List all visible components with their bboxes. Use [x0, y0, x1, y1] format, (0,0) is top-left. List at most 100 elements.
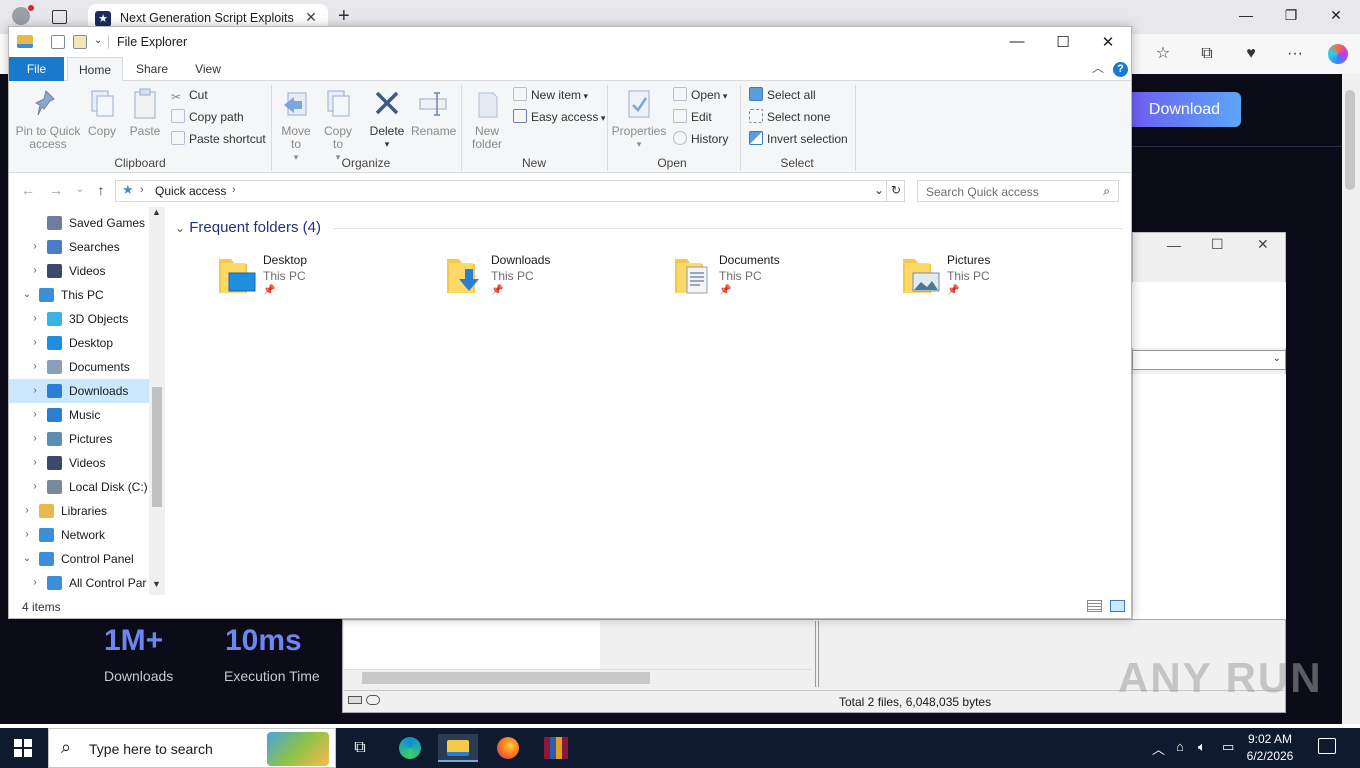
- collapsed-chevron-icon[interactable]: ›: [29, 427, 41, 451]
- refresh-icon[interactable]: ↻: [891, 183, 901, 197]
- address-dropdown-icon[interactable]: ⌄: [874, 183, 884, 197]
- ribbon-collapse-icon[interactable]: ︿: [1092, 59, 1104, 76]
- task-view-icon[interactable]: ⧉: [340, 734, 380, 762]
- collapsed-chevron-icon[interactable]: ›: [29, 331, 41, 355]
- copy-path-button[interactable]: Copy path: [171, 108, 244, 126]
- archive-path-combo[interactable]: ⌄: [1132, 350, 1286, 370]
- nav-item-documents[interactable]: › Documents: [9, 355, 149, 379]
- tab-close-icon[interactable]: ✕: [302, 9, 320, 26]
- input-method-icon[interactable]: ▭: [1222, 739, 1234, 755]
- move-to-button[interactable]: Move to ▾: [277, 87, 315, 164]
- explorer-maximize-button[interactable]: ☐: [1051, 33, 1075, 51]
- collections-icon[interactable]: ⧉: [1196, 43, 1218, 65]
- collapsed-chevron-icon[interactable]: ›: [29, 259, 41, 283]
- cut-button[interactable]: ✂ Cut: [171, 86, 208, 104]
- edit-button[interactable]: Edit: [673, 108, 712, 126]
- collapsed-chevron-icon[interactable]: ›: [29, 235, 41, 259]
- collapsed-chevron-icon[interactable]: ›: [21, 523, 33, 547]
- search-input[interactable]: Search Quick access ⌕: [917, 180, 1119, 202]
- profile-avatar[interactable]: [12, 7, 30, 25]
- qat-dropdown-icon[interactable]: ⌄: [94, 35, 102, 46]
- details-view-icon[interactable]: [1087, 600, 1102, 612]
- copilot-icon[interactable]: [1328, 44, 1348, 64]
- nav-item-3d-objects[interactable]: › 3D Objects: [9, 307, 149, 331]
- recent-locations-icon[interactable]: ⌄: [71, 184, 89, 195]
- nav-item-saved-games[interactable]: Saved Games: [9, 211, 149, 235]
- archive-maximize-button[interactable]: ☐: [1211, 236, 1224, 253]
- properties-qat-icon[interactable]: [51, 35, 65, 49]
- pin-quick-access-button[interactable]: Pin to Quick access: [13, 87, 83, 151]
- edge-icon[interactable]: [390, 734, 430, 762]
- scroll-down-icon[interactable]: ▼: [152, 579, 161, 589]
- extensions-icon[interactable]: ♥: [1240, 43, 1262, 65]
- windows-start-icon[interactable]: [14, 739, 32, 757]
- rename-button[interactable]: Rename: [411, 87, 456, 138]
- tab-share[interactable]: Share: [125, 57, 179, 82]
- new-item-button[interactable]: New item ▾: [513, 86, 588, 104]
- nav-item-libraries[interactable]: › Libraries: [9, 499, 149, 523]
- notification-center-icon[interactable]: [1318, 738, 1336, 754]
- nav-item-local-disk-c[interactable]: › Local Disk (C:): [9, 475, 149, 499]
- copy-to-button[interactable]: Copy to ▾: [319, 87, 357, 164]
- collapsed-chevron-icon[interactable]: ›: [29, 379, 41, 403]
- taskbar-search-box[interactable]: ⌕ Type here to search: [48, 728, 336, 768]
- nav-item-control-panel[interactable]: ⌄ Control Panel: [9, 547, 149, 571]
- archive-hscroll-thumb[interactable]: [362, 672, 650, 684]
- tab-actions-icon[interactable]: [52, 10, 67, 24]
- archive-splitter[interactable]: [815, 621, 819, 687]
- nav-item-videos[interactable]: › Videos: [9, 451, 149, 475]
- scroll-up-icon[interactable]: ▲: [152, 207, 161, 217]
- address-bar[interactable]: ★ › Quick access › ⌄ ↻: [115, 180, 905, 202]
- winrar-icon[interactable]: [536, 734, 576, 762]
- copy-button[interactable]: Copy: [85, 87, 119, 138]
- web-download-button[interactable]: Download: [1128, 92, 1241, 127]
- breadcrumb-quick-access[interactable]: Quick access: [155, 184, 226, 198]
- back-button[interactable]: ←: [19, 182, 37, 198]
- collapsed-chevron-icon[interactable]: ›: [29, 355, 41, 379]
- history-button[interactable]: History: [673, 130, 728, 148]
- folder-documents[interactable]: Documents This PC 📌: [673, 251, 893, 307]
- nav-item-music[interactable]: › Music: [9, 403, 149, 427]
- up-button[interactable]: ↑: [92, 182, 110, 198]
- invert-selection-button[interactable]: Invert selection: [749, 130, 848, 148]
- browser-close-button[interactable]: ✕: [1326, 7, 1346, 24]
- collapsed-chevron-icon[interactable]: ›: [29, 451, 41, 475]
- nav-item-pictures[interactable]: › Pictures: [9, 427, 149, 451]
- volume-icon[interactable]: 🔈︎: [1198, 739, 1206, 755]
- paste-button[interactable]: Paste: [127, 87, 163, 138]
- new-folder-button[interactable]: New folder: [465, 87, 509, 151]
- expanded-chevron-icon[interactable]: ⌄: [21, 283, 33, 307]
- collapsed-chevron-icon[interactable]: ›: [21, 499, 33, 523]
- tab-view[interactable]: View: [181, 57, 235, 82]
- favorites-icon[interactable]: ☆: [1152, 43, 1174, 65]
- nav-item-searches[interactable]: › Searches: [9, 235, 149, 259]
- tray-overflow-icon[interactable]: ︿: [1152, 739, 1165, 758]
- page-scrollbar-thumb[interactable]: [1345, 90, 1355, 190]
- select-all-button[interactable]: Select all: [749, 86, 816, 104]
- nav-item-videos[interactable]: › Videos: [9, 259, 149, 283]
- file-explorer-taskbar-icon[interactable]: [438, 734, 478, 762]
- taskbar-clock[interactable]: 9:02 AM 6/2/2026: [1240, 731, 1300, 765]
- forward-button[interactable]: →: [47, 182, 65, 198]
- new-folder-qat-icon[interactable]: [73, 35, 87, 49]
- select-none-button[interactable]: Select none: [749, 108, 830, 126]
- nav-item-this-pc[interactable]: ⌄ This PC: [9, 283, 149, 307]
- nav-item-network[interactable]: › Network: [9, 523, 149, 547]
- network-tray-icon[interactable]: ⌂: [1176, 739, 1184, 754]
- properties-button[interactable]: Properties ▾: [611, 87, 667, 151]
- more-icon[interactable]: ···: [1284, 43, 1306, 65]
- explorer-close-button[interactable]: ✕: [1096, 33, 1120, 51]
- nav-item-downloads[interactable]: › Downloads: [9, 379, 149, 403]
- collapsed-chevron-icon[interactable]: ›: [29, 307, 41, 331]
- collapsed-chevron-icon[interactable]: ›: [29, 571, 41, 595]
- browser-restore-button[interactable]: ❐: [1281, 7, 1301, 24]
- explorer-minimize-button[interactable]: —: [1005, 33, 1029, 50]
- easy-access-button[interactable]: Easy access ▾: [513, 108, 605, 126]
- folder-desktop[interactable]: Desktop This PC 📌: [217, 251, 437, 307]
- frequent-folders-header[interactable]: ⌄ Frequent folders (4): [175, 219, 321, 236]
- help-icon[interactable]: ?: [1113, 62, 1128, 77]
- delete-button[interactable]: Delete ▾: [367, 87, 407, 151]
- archive-close-button[interactable]: ✕: [1257, 236, 1269, 253]
- nav-scrollbar-thumb[interactable]: [152, 387, 162, 507]
- tab-home[interactable]: Home: [67, 57, 123, 82]
